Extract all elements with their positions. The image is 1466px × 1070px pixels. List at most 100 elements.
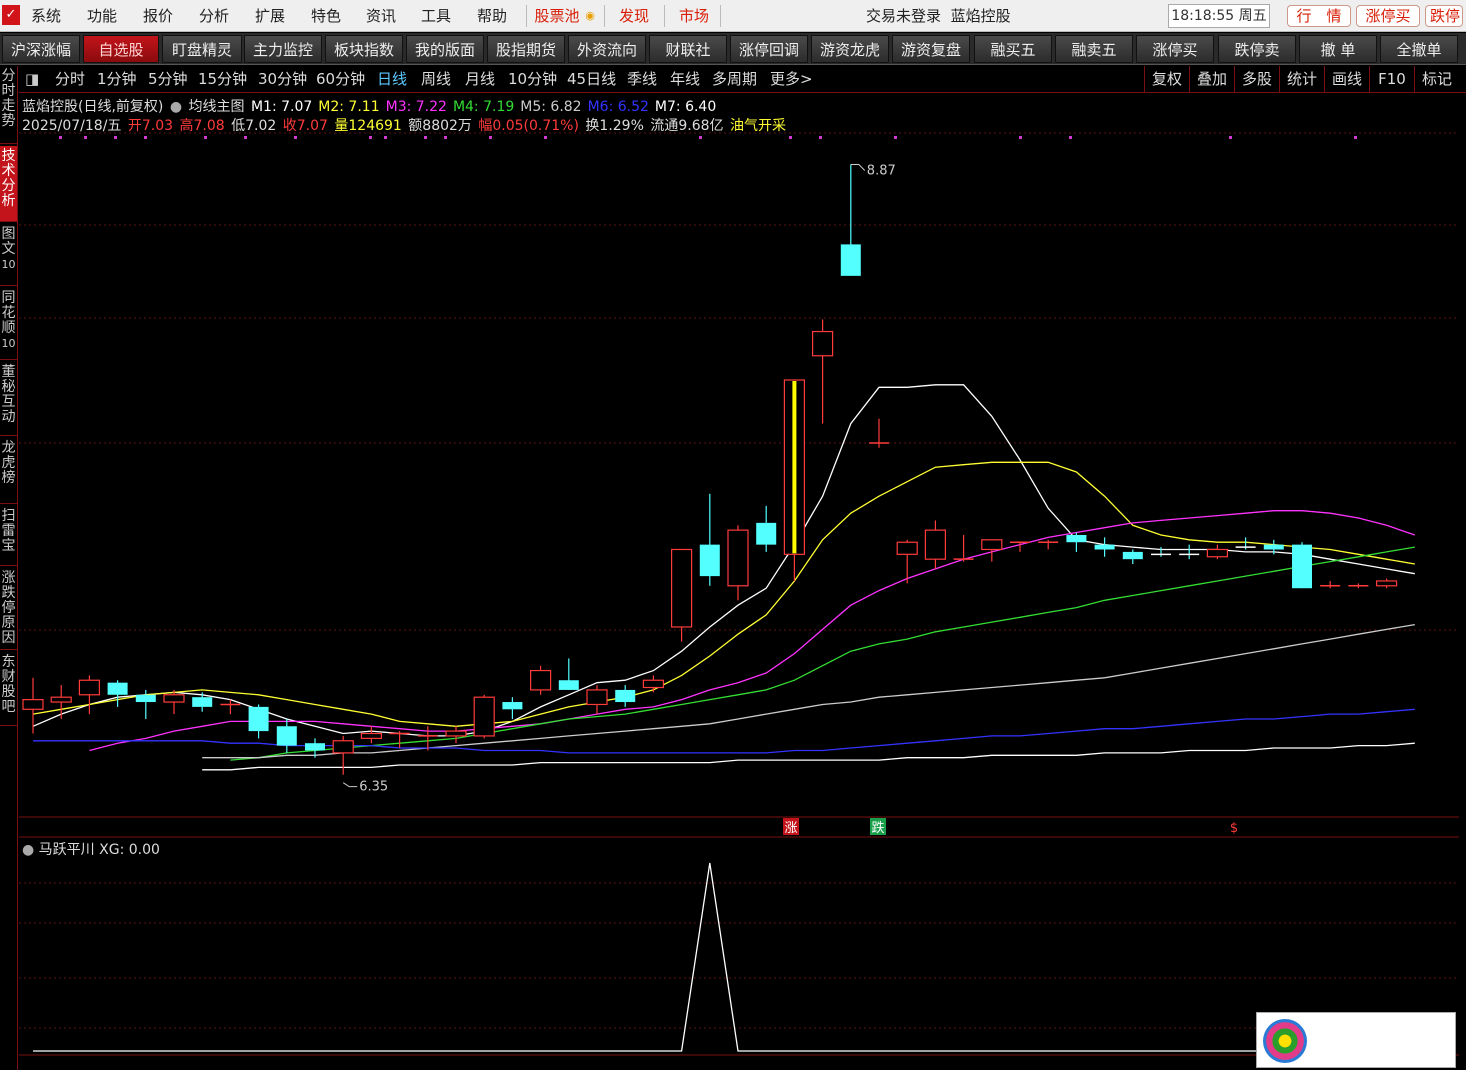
toolbar-button-7[interactable]: 外资流向 [568,35,646,63]
toolbar-button-0[interactable]: 沪深涨幅 [2,35,80,63]
candle[interactable] [1348,583,1369,589]
toolbar-button-9[interactable]: 涨停回调 [730,35,808,63]
candle[interactable] [248,704,269,739]
menu-help[interactable]: 帮助 [472,0,512,32]
candle[interactable] [1320,580,1341,589]
sidebar-tab-2[interactable]: 图文 10 [0,224,17,286]
period-tool-4[interactable]: 画线 [1324,66,1369,93]
period-tool-5[interactable]: F10 [1369,66,1414,93]
period-10[interactable]: 45日线 [567,66,616,93]
period-8[interactable]: 月线 [465,66,495,93]
sidebar-tab-4[interactable]: 董秘互动 [0,362,17,436]
kline-chart[interactable]: 8.87 6.35 涨 跌 $ [19,93,1459,1068]
candle[interactable] [699,493,720,586]
candle[interactable] [642,675,665,693]
menu-stock-pool[interactable]: 股票池 [532,0,582,32]
sidebar-tab-7[interactable]: 涨跌停原因 [0,568,17,650]
candle[interactable] [107,680,128,707]
candle[interactable] [896,539,918,584]
candle[interactable] [1206,544,1229,560]
period-9[interactable]: 10分钟 [508,66,557,93]
candle[interactable] [389,731,410,749]
toolbar-button-8[interactable]: 财联社 [649,35,727,63]
period-0[interactable]: 分时 [55,66,85,93]
period-7[interactable]: 周线 [421,66,451,93]
sub-indicator-dropdown-icon[interactable]: ● [22,842,34,858]
period-5[interactable]: 60分钟 [316,66,365,93]
candle[interactable] [615,685,636,707]
menu-feature[interactable]: 特色 [306,0,346,32]
toolbar-button-16[interactable]: 撤 单 [1299,35,1377,63]
period-14[interactable]: 更多> [770,66,813,93]
candle[interactable] [78,675,101,715]
toolbar-button-13[interactable]: 融卖五 [1055,35,1133,63]
candle[interactable] [332,735,354,775]
candle[interactable] [445,726,467,744]
sidebar-tab-3[interactable]: 同花顺 10 [0,288,17,360]
sidebar-tab-0[interactable]: 分时走势 [0,66,17,144]
menu-market[interactable]: 市场 [674,0,714,32]
candle[interactable] [1122,549,1143,565]
period-tool-2[interactable]: 多股 [1234,66,1279,93]
menu-extend[interactable]: 扩展 [250,0,290,32]
toolbar-button-12[interactable]: 融买五 [974,35,1052,63]
candle[interactable] [869,418,889,448]
period-tool-6[interactable]: 标记 [1414,66,1459,93]
candle[interactable] [811,319,834,424]
candle[interactable] [924,520,947,569]
candle[interactable] [1038,539,1059,550]
period-tool-3[interactable]: 统计 [1279,66,1324,93]
menu-quote[interactable]: 报价 [138,0,178,32]
menu-function[interactable]: 功能 [82,0,122,32]
panel-toggle-icon[interactable]: ◨ [25,66,41,93]
candle[interactable] [670,548,693,642]
candle[interactable] [756,505,777,552]
candle[interactable] [473,694,495,739]
period-4[interactable]: 30分钟 [258,66,307,93]
period-6[interactable]: 日线 [377,66,407,93]
toolbar-button-14[interactable]: 涨停买 [1136,35,1214,63]
sidebar-tab-1[interactable]: 技术分析 [0,146,17,222]
candle[interactable] [1375,578,1398,589]
toolbar-button-2[interactable]: 盯盘精灵 [162,35,242,63]
candle[interactable] [1066,532,1087,552]
candle[interactable] [192,692,213,712]
menu-analysis[interactable]: 分析 [194,0,234,32]
candle[interactable] [22,677,44,734]
period-12[interactable]: 年线 [670,66,700,93]
candle[interactable] [276,718,297,753]
toolbar-button-6[interactable]: 股指期货 [487,35,565,63]
candle[interactable] [586,685,608,715]
toolbar-button-15[interactable]: 跌停卖 [1218,35,1296,63]
menu-discover[interactable]: 发现 [614,0,654,32]
toolbar-button-4[interactable]: 板块指数 [325,35,403,63]
candle[interactable] [360,726,382,744]
period-13[interactable]: 多周期 [712,66,757,93]
candle[interactable] [502,697,523,719]
candle[interactable] [840,164,861,276]
toolbar-button-10[interactable]: 游资龙虎 [811,35,889,63]
sidebar-tab-8[interactable]: 东财股吧 [0,652,17,726]
candle[interactable] [1094,537,1115,557]
quote-button[interactable]: 行 情 [1287,5,1351,27]
sidebar-tab-5[interactable]: 龙虎榜 [0,438,17,504]
toolbar-button-17[interactable]: 全撤单 [1380,35,1458,63]
candle[interactable] [727,525,749,601]
toolbar-button-11[interactable]: 游资复盘 [892,35,970,63]
period-3[interactable]: 15分钟 [198,66,247,93]
toolbar-button-5[interactable]: 我的版面 [406,35,484,63]
menu-system[interactable]: 系统 [26,0,66,32]
sidebar-tab-6[interactable]: 扫雷宝 [0,506,17,566]
period-2[interactable]: 5分钟 [148,66,188,93]
candle[interactable] [1292,542,1312,589]
period-tool-0[interactable]: 复权 [1144,66,1189,93]
toolbar-button-3[interactable]: 主力监控 [244,35,322,63]
menu-tools[interactable]: 工具 [416,0,456,32]
period-11[interactable]: 季线 [627,66,657,93]
period-tool-1[interactable]: 叠加 [1189,66,1234,93]
candle[interactable] [530,665,552,695]
limit-down-button[interactable]: 跌停 [1425,5,1463,27]
period-1[interactable]: 1分钟 [97,66,137,93]
candle[interactable] [1179,544,1200,560]
menu-news[interactable]: 资讯 [361,0,401,32]
